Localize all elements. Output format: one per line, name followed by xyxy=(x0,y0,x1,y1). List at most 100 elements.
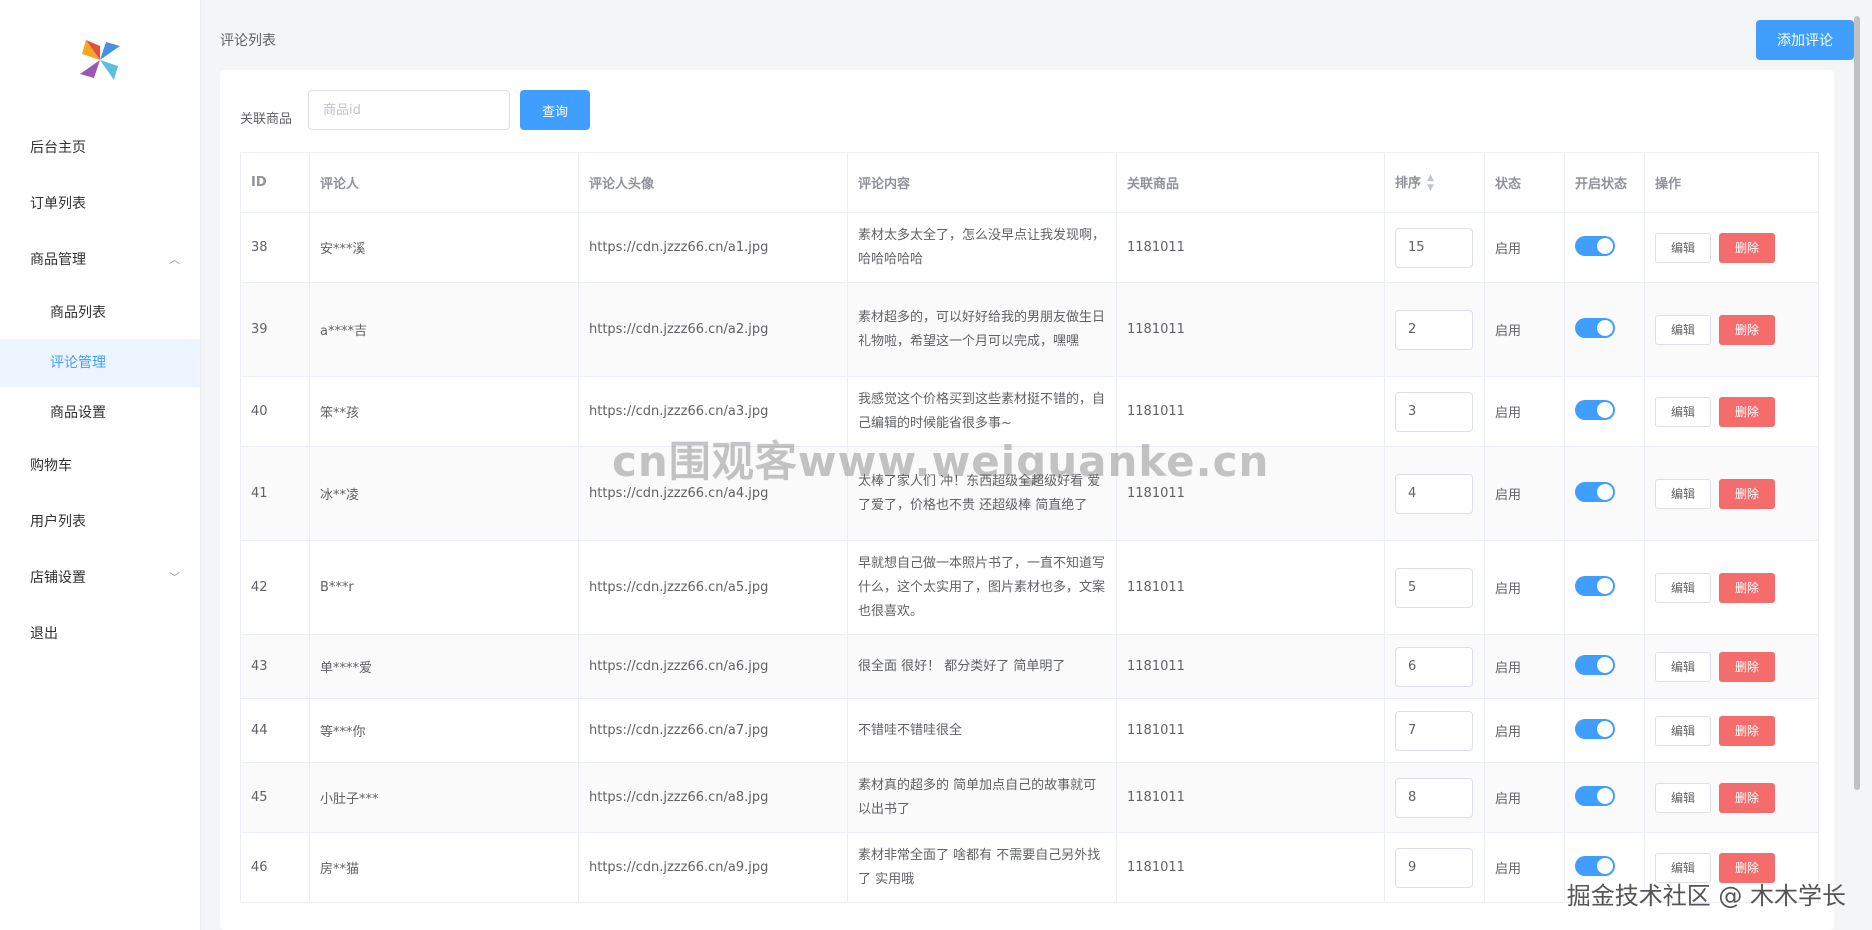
sort-input[interactable] xyxy=(1395,473,1473,514)
edit-button[interactable]: 编辑 xyxy=(1655,715,1711,746)
row-enabled-cell xyxy=(1564,634,1645,699)
edit-button[interactable]: 编辑 xyxy=(1655,478,1711,509)
sidebar-item-home[interactable]: 后台主页 xyxy=(0,124,200,172)
table-row: 39 a****吉 https://cdn.jzzz66.cn/a2.jpg 素材超多… xyxy=(240,282,1819,377)
sort-caret-icon[interactable]: ▲ ▼ xyxy=(1427,173,1434,193)
row-sort-cell xyxy=(1384,376,1485,447)
edit-button[interactable]: 编辑 xyxy=(1655,782,1711,813)
row-status: 启用 xyxy=(1484,634,1565,699)
table-row: 42 B***r https://cdn.jzzz66.cn/a5.jpg 早就想自己… xyxy=(240,540,1819,635)
row-actions: 编辑 删除 xyxy=(1644,212,1819,283)
row-actions: 编辑 删除 xyxy=(1644,376,1819,447)
enabled-toggle[interactable] xyxy=(1575,785,1615,806)
row-content: 我感觉这个价格买到这些素材挺不错的，自己编辑的时候能省很多事~ xyxy=(847,376,1117,447)
product-id-input[interactable] xyxy=(308,90,510,130)
sidebar-item-orders[interactable]: 订单列表 xyxy=(0,180,200,228)
row-content: 素材太多太全了，怎么没早点让我发现啊，哈哈哈哈哈 xyxy=(847,212,1117,283)
column-header-content: 评论内容 xyxy=(847,152,1117,213)
row-actions: 编辑 删除 xyxy=(1644,446,1819,541)
sort-input[interactable] xyxy=(1395,710,1473,751)
edit-button[interactable]: 编辑 xyxy=(1655,852,1711,883)
edit-button[interactable]: 编辑 xyxy=(1655,396,1711,427)
sidebar-item-logout[interactable]: 退出 xyxy=(0,610,200,658)
row-id: 38 xyxy=(240,212,310,283)
row-actions: 编辑 删除 xyxy=(1644,634,1819,699)
delete-button[interactable]: 删除 xyxy=(1719,572,1775,603)
add-comment-button[interactable]: 添加评论 xyxy=(1756,20,1854,60)
chevron-down-icon: ﹀ xyxy=(169,571,180,584)
enabled-toggle[interactable] xyxy=(1575,654,1615,675)
sort-input[interactable] xyxy=(1395,391,1473,432)
row-enabled-cell xyxy=(1564,698,1645,763)
table-row: 45 小肚子*** https://cdn.jzzz66.cn/a8.jpg 素材真的… xyxy=(240,762,1819,833)
row-content: 很全面 很好！ 都分类好了 简单明了 xyxy=(847,634,1117,699)
column-header-reviewer: 评论人 xyxy=(309,152,579,213)
sort-input[interactable] xyxy=(1395,567,1473,608)
sidebar-item-cart[interactable]: 购物车 xyxy=(0,442,200,490)
edit-button[interactable]: 编辑 xyxy=(1655,572,1711,603)
column-header-status: 状态 xyxy=(1484,152,1565,213)
delete-button[interactable]: 删除 xyxy=(1719,782,1775,813)
sidebar-item-label: 购物车 xyxy=(30,458,72,474)
row-avatar-url: https://cdn.jzzz66.cn/a9.jpg xyxy=(578,832,848,903)
sidebar-item-label: 后台主页 xyxy=(30,140,86,156)
sidebar-item-label: 订单列表 xyxy=(30,196,86,212)
enabled-toggle[interactable] xyxy=(1575,855,1615,876)
delete-button[interactable]: 删除 xyxy=(1719,396,1775,427)
row-reviewer: 安***溪 xyxy=(309,212,579,283)
sort-input[interactable] xyxy=(1395,777,1473,818)
edit-button[interactable]: 编辑 xyxy=(1655,314,1711,345)
row-id: 46 xyxy=(240,832,310,903)
row-status: 启用 xyxy=(1484,376,1565,447)
edit-button[interactable]: 编辑 xyxy=(1655,232,1711,263)
row-actions: 编辑 删除 xyxy=(1644,762,1819,833)
row-sort-cell xyxy=(1384,634,1485,699)
sidebar-item-label: 评论管理 xyxy=(50,355,106,371)
sidebar-item-label: 商品设置 xyxy=(50,405,106,421)
row-sort-cell xyxy=(1384,212,1485,283)
delete-button[interactable]: 删除 xyxy=(1719,478,1775,509)
row-product: 1181011 xyxy=(1116,446,1385,541)
sidebar-item-store-settings[interactable]: 店铺设置 ﹀ xyxy=(0,554,200,602)
sidebar-item-label: 商品列表 xyxy=(50,305,106,321)
sidebar-item-product-management[interactable]: 商品管理 ︿ xyxy=(0,236,200,284)
row-id: 41 xyxy=(240,446,310,541)
row-sort-cell xyxy=(1384,832,1485,903)
sidebar-item-product-settings[interactable]: 商品设置 xyxy=(0,389,200,437)
enabled-toggle[interactable] xyxy=(1575,481,1615,502)
sort-input[interactable] xyxy=(1395,847,1473,888)
query-button[interactable]: 查询 xyxy=(520,90,590,130)
row-enabled-cell xyxy=(1564,282,1645,377)
row-id: 45 xyxy=(240,762,310,833)
sort-input[interactable] xyxy=(1395,227,1473,268)
page-scrollbar[interactable] xyxy=(1854,16,1860,790)
enabled-toggle[interactable] xyxy=(1575,317,1615,338)
sidebar-item-users[interactable]: 用户列表 xyxy=(0,498,200,546)
delete-button[interactable]: 删除 xyxy=(1719,314,1775,345)
row-id: 40 xyxy=(240,376,310,447)
enabled-toggle[interactable] xyxy=(1575,575,1615,596)
enabled-toggle[interactable] xyxy=(1575,399,1615,420)
row-status: 启用 xyxy=(1484,282,1565,377)
delete-button[interactable]: 删除 xyxy=(1719,715,1775,746)
sort-input[interactable] xyxy=(1395,646,1473,687)
pinwheel-logo-icon xyxy=(80,40,120,80)
row-reviewer: a****吉 xyxy=(309,282,579,377)
table-row: 40 笨**孩 https://cdn.jzzz66.cn/a3.jpg 我感觉这个价… xyxy=(240,376,1819,447)
row-id: 39 xyxy=(240,282,310,377)
enabled-toggle[interactable] xyxy=(1575,235,1615,256)
delete-button[interactable]: 删除 xyxy=(1719,852,1775,883)
delete-button[interactable]: 删除 xyxy=(1719,651,1775,682)
row-product: 1181011 xyxy=(1116,540,1385,635)
enabled-toggle[interactable] xyxy=(1575,718,1615,739)
sidebar: 后台主页 订单列表 商品管理 ︿ 商品列表 评论管理 商品设置 购物车 用户列表 … xyxy=(0,0,201,930)
sort-input[interactable] xyxy=(1395,309,1473,350)
row-reviewer: 房**猫 xyxy=(309,832,579,903)
column-header-sort[interactable]: 排序 ▲ ▼ xyxy=(1384,152,1485,213)
row-status: 启用 xyxy=(1484,832,1565,903)
delete-button[interactable]: 删除 xyxy=(1719,232,1775,263)
sidebar-item-comment-management[interactable]: 评论管理 xyxy=(0,339,200,387)
row-enabled-cell xyxy=(1564,446,1645,541)
edit-button[interactable]: 编辑 xyxy=(1655,651,1711,682)
sidebar-item-product-list[interactable]: 商品列表 xyxy=(0,289,200,337)
